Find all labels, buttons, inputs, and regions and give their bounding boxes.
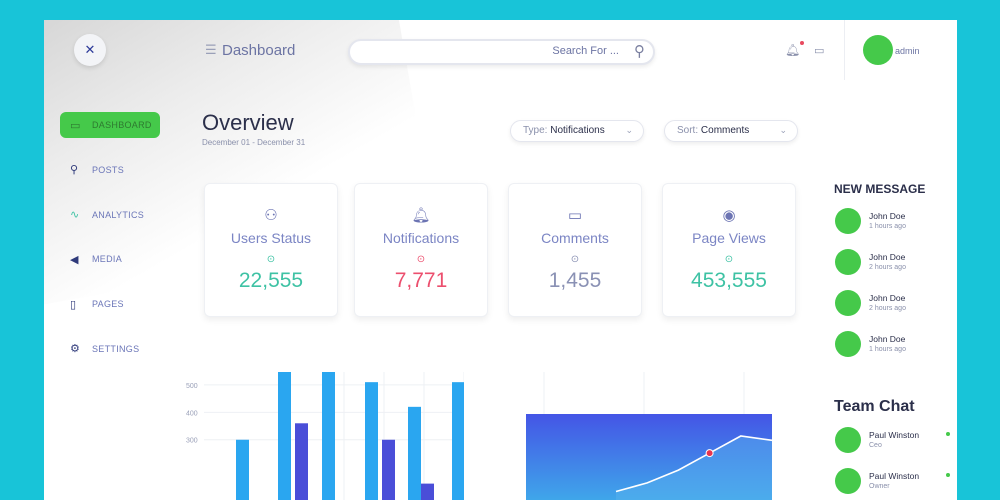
stat-label: Notifications (382, 230, 460, 246)
sidebar-item-dashboard[interactable]: ▭ DASHBOARD (60, 112, 160, 138)
message-sender: John Doe (869, 252, 906, 262)
y-tick-label: 400 (186, 410, 198, 417)
stat-value: 1,455 (548, 269, 602, 292)
type-select-prefix: Type: (523, 125, 548, 136)
status-indicator-icon: ⊙ (724, 254, 734, 265)
gear-icon: ⚙ (70, 342, 81, 356)
hamburger-icon[interactable]: ☰ (205, 43, 217, 58)
sidebar-item-label: ANALYTICS (92, 209, 145, 220)
page-title: Dashboard (222, 42, 296, 59)
message-sender: John Doe (869, 334, 906, 344)
data-point-marker (705, 449, 714, 458)
eye-icon: ◉ (722, 206, 736, 224)
stat-card-users[interactable]: ⚇ Users Status ⊙ 22,555 (204, 183, 338, 317)
avatar[interactable] (863, 35, 893, 65)
chevron-down-icon: ⌄ (779, 126, 787, 136)
page-icon: ▯ (70, 297, 77, 311)
avatar (835, 427, 861, 453)
sidebar-item-analytics[interactable]: ∿ ANALYTICS (60, 202, 170, 228)
date-range: December 01 - December 31 (202, 138, 306, 147)
sort-select-prefix: Sort: (677, 125, 699, 136)
area-chart (526, 372, 773, 500)
user-icon: ⚇ (264, 206, 278, 224)
stat-label: Comments (541, 230, 609, 246)
message-sender: John Doe (869, 211, 906, 221)
search-bar: ⚲ (348, 39, 655, 65)
search-icon[interactable]: ⚲ (634, 42, 645, 60)
sidebar-item-media[interactable]: ◀ MEDIA (60, 246, 170, 272)
type-select-value: Notifications (550, 125, 605, 136)
sidebar-item-settings[interactable]: ⚙ SETTINGS (60, 336, 170, 362)
message-time: 2 hours ago (869, 305, 906, 312)
chevron-down-icon: ⌄ (625, 126, 633, 136)
sidebar-nav: ▭ DASHBOARD ⚲ POSTS ∿ ANALYTICS ◀ MEDIA … (60, 112, 170, 381)
bar-chart: 500 400 300 (186, 372, 464, 500)
bar (365, 382, 378, 500)
member-role: Owner (869, 483, 890, 490)
bar (295, 423, 308, 500)
avatar (835, 331, 861, 357)
bar (382, 439, 395, 500)
stat-card-notifications[interactable]: 🔔︎ Notifications ⊙ 7,771 (354, 183, 488, 317)
dashboard-icon: ▭ (70, 118, 81, 132)
online-status-dot (946, 473, 950, 477)
sort-select[interactable]: Sort: Comments ⌄ (664, 120, 798, 142)
team-chat-title: Team Chat (834, 398, 915, 415)
type-select[interactable]: Type: Notifications ⌄ (510, 120, 644, 142)
stat-card-page-views[interactable]: ◉ Page Views ⊙ 453,555 (662, 183, 796, 317)
bar (408, 406, 421, 500)
stat-value: 7,771 (394, 269, 448, 292)
bar (236, 439, 249, 500)
header-divider (844, 20, 845, 80)
admin-name[interactable]: admin (895, 46, 920, 56)
avatar (835, 249, 861, 275)
member-name: Paul Winston (869, 430, 920, 440)
bell-icon: 🔔︎ (411, 206, 431, 224)
megaphone-icon: ◀ (70, 252, 79, 266)
stat-value: 453,555 (691, 269, 767, 292)
member-name: Paul Winston (869, 471, 920, 481)
sidebar-item-label: MEDIA (92, 254, 123, 265)
sidebar-item-label: PAGES (92, 299, 124, 310)
sidebar-item-posts[interactable]: ⚲ POSTS (60, 157, 170, 183)
status-indicator-icon: ⊙ (266, 254, 276, 265)
bar (322, 372, 335, 500)
avatar (835, 208, 861, 234)
overview-title: Overview (202, 110, 294, 135)
notification-bell-icon[interactable]: 🔔︎ (785, 41, 805, 57)
search-input[interactable] (419, 45, 619, 57)
message-time: 2 hours ago (869, 264, 906, 271)
message-time: 1 hours ago (869, 223, 906, 230)
status-indicator-icon: ⊙ (570, 254, 580, 265)
chat-icon[interactable]: ▭ (814, 44, 824, 57)
bar (278, 372, 291, 500)
avatar (835, 468, 861, 494)
new-message-title: NEW MESSAGE (834, 182, 926, 196)
online-status-dot (946, 432, 950, 436)
message-time: 1 hours ago (869, 346, 906, 353)
sidebar-item-label: SETTINGS (92, 343, 140, 354)
analytics-icon: ∿ (70, 208, 80, 222)
sort-select-value: Comments (700, 125, 750, 136)
status-indicator-icon: ⊙ (416, 254, 426, 265)
sidebar-item-label: DASHBOARD (92, 120, 152, 130)
member-role: Ceo (869, 442, 882, 449)
avatar (835, 290, 861, 316)
pin-icon: ⚲ (70, 163, 79, 177)
app-window: ✕ ▭ DASHBOARD ⚲ POSTS ∿ ANALYTICS ◀ MEDI… (44, 20, 957, 500)
sidebar-item-label: POSTS (92, 164, 125, 175)
y-tick-label: 500 (186, 383, 198, 390)
y-tick-label: 300 (186, 438, 198, 445)
comment-icon: ▭ (567, 206, 583, 224)
close-icon[interactable]: ✕ (74, 34, 106, 66)
bar (421, 483, 434, 500)
sidebar-item-pages[interactable]: ▯ PAGES (60, 291, 170, 317)
stat-card-comments[interactable]: ▭ Comments ⊙ 1,455 (508, 183, 642, 317)
bar (452, 382, 464, 500)
stat-value: 22,555 (238, 269, 304, 292)
notification-dot (800, 41, 805, 45)
stat-label: Page Views (692, 230, 766, 246)
stat-label: Users Status (230, 230, 312, 246)
message-sender: John Doe (869, 293, 906, 303)
